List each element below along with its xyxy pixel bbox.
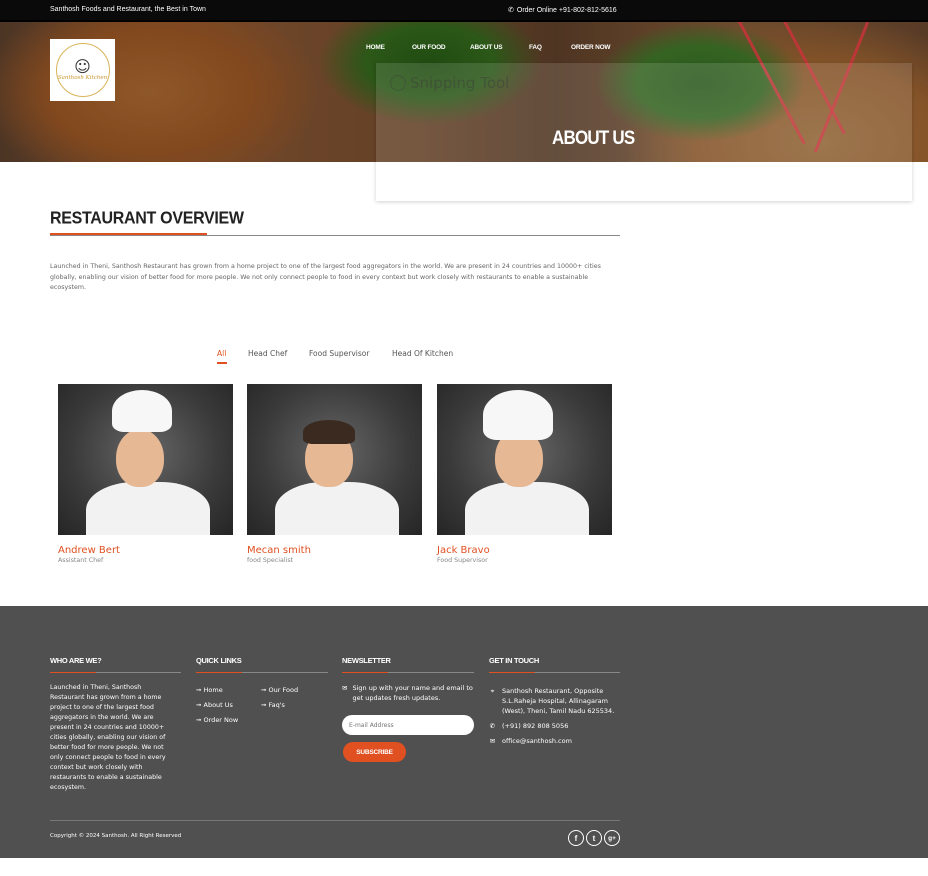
contact-email[interactable]: ✉ office@santhosh.com [489, 736, 572, 746]
team-member-role: Assistant Chef [58, 557, 104, 564]
footer-who-column: WHO ARE WE? Launched in Theni, Santhosh … [50, 656, 181, 793]
nav-order-now[interactable]: ORDER NOW [571, 44, 611, 51]
chef-coat [86, 482, 210, 535]
contact-address-text: Santhosh Restaurant, Opposite S.L.Raheja… [502, 687, 615, 715]
nav-home[interactable]: HOME [366, 44, 385, 51]
newsletter-text: Sign up with your name and email to get … [352, 684, 473, 702]
chef-hat [483, 390, 553, 440]
footer-contact-column: GET IN TOUCH [489, 656, 620, 673]
snipping-tool-watermark: Snipping Tool [390, 74, 509, 92]
chef-hat [112, 390, 172, 432]
chef-hair [303, 420, 355, 444]
team-card[interactable]: Andrew Bert Assistant Chef [58, 384, 233, 564]
tagline: Santhosh Foods and Restaurant, the Best … [50, 6, 206, 13]
phone-icon: ✆ [489, 722, 496, 730]
footer-quick-links-column: QUICK LINKS [196, 656, 328, 673]
team-member-role: Food Supervisor [437, 557, 488, 564]
chef-icon: ☺ [74, 57, 91, 76]
team-member-name[interactable]: Mecan smith [247, 545, 422, 556]
filter-head-chef[interactable]: Head Chef [248, 349, 287, 358]
team-card[interactable]: Jack Bravo Food Supervisor [437, 384, 612, 564]
filter-food-supervisor[interactable]: Food Supervisor [309, 349, 369, 358]
twitter-icon[interactable]: t [586, 830, 602, 846]
contact-address: ⌖ Santhosh Restaurant, Opposite S.L.Rahe… [489, 686, 620, 716]
footer-who-text: Launched in Theni, Santhosh Restaurant h… [50, 684, 166, 791]
location-pin-icon: ⌖ [490, 687, 495, 695]
snipping-tool-icon [390, 75, 406, 91]
contact-phone-text: (+91) 892 808 5056 [502, 722, 569, 730]
logo-badge: ☺ Santhosh Kitchen [55, 43, 110, 97]
newsletter-email-input[interactable] [342, 715, 474, 735]
footer-link-home[interactable]: ➞ Home [196, 686, 223, 694]
contact-phone[interactable]: ✆ (+91) 892 808 5056 [489, 721, 569, 731]
overview-accent-line [50, 233, 207, 235]
footer-quick-links-heading: QUICK LINKS [196, 656, 328, 673]
footer-link-order-now[interactable]: ➞ Order Now [196, 716, 238, 724]
facebook-icon[interactable]: f [568, 830, 584, 846]
footer-link-our-food[interactable]: ➞ Our Food [261, 686, 298, 694]
nav-about-us[interactable]: ABOUT US [470, 44, 503, 51]
team-member-name[interactable]: Jack Bravo [437, 545, 612, 556]
nav-our-food[interactable]: OUR FOOD [412, 44, 446, 51]
team-photo [58, 384, 233, 535]
filter-all[interactable]: All [217, 349, 226, 358]
team-photo [247, 384, 422, 535]
site-logo[interactable]: ☺ Santhosh Kitchen [50, 39, 115, 101]
googleplus-icon[interactable]: g+ [604, 830, 620, 846]
footer-newsletter-heading: NEWSLETTER [342, 656, 474, 673]
overview-divider [50, 235, 620, 236]
footer-newsletter-column: NEWSLETTER ✉ Sign up with your name and … [342, 656, 474, 703]
team-member-role: food Specialist [247, 557, 294, 564]
footer-who-heading: WHO ARE WE? [50, 656, 181, 673]
filter-head-of-kitchen[interactable]: Head Of Kitchen [392, 349, 453, 358]
chef-coat [465, 482, 589, 535]
footer-divider [50, 820, 620, 821]
snipping-tool-overlay: Snipping Tool [376, 63, 912, 201]
snipping-tool-label: Snipping Tool [410, 74, 510, 92]
envelope-icon: ✉ [342, 684, 348, 692]
active-filter-indicator [217, 362, 227, 364]
overview-text: Launched in Theni, Santhosh Restaurant h… [50, 263, 601, 291]
nav-faq[interactable]: FAQ [529, 44, 542, 51]
team-member-name[interactable]: Andrew Bert [58, 545, 233, 556]
logo-script: Santhosh Kitchen [57, 75, 108, 81]
footer-contact-heading: GET IN TOUCH [489, 656, 620, 673]
footer-link-about-us[interactable]: ➞ About Us [196, 701, 233, 709]
footer-link-faq[interactable]: ➞ Faq's [261, 701, 285, 709]
team-card[interactable]: Mecan smith food Specialist [247, 384, 422, 564]
chef-coat [275, 482, 399, 535]
newsletter-info: ✉ Sign up with your name and email to ge… [342, 683, 474, 703]
overlay-panel [376, 162, 912, 201]
overview-heading: RESTAURANT OVERVIEW [50, 209, 244, 228]
order-online-label: Order Online +91-802-812-5616 [516, 6, 617, 14]
top-bar: Santhosh Foods and Restaurant, the Best … [0, 0, 928, 22]
order-online-link[interactable]: ✆ Order Online +91-802-812-5616 [508, 6, 617, 15]
page-title: ABOUT US [552, 126, 635, 149]
envelope-icon: ✉ [489, 737, 496, 745]
contact-email-text: office@santhosh.com [502, 737, 572, 745]
phone-icon: ✆ [508, 7, 514, 14]
team-photo [437, 384, 612, 535]
chef-face [116, 429, 164, 487]
subscribe-button[interactable]: SUBSCRIBE [343, 742, 406, 762]
copyright-text: Copyright © 2024 Santhosh. All Right Res… [50, 833, 182, 839]
